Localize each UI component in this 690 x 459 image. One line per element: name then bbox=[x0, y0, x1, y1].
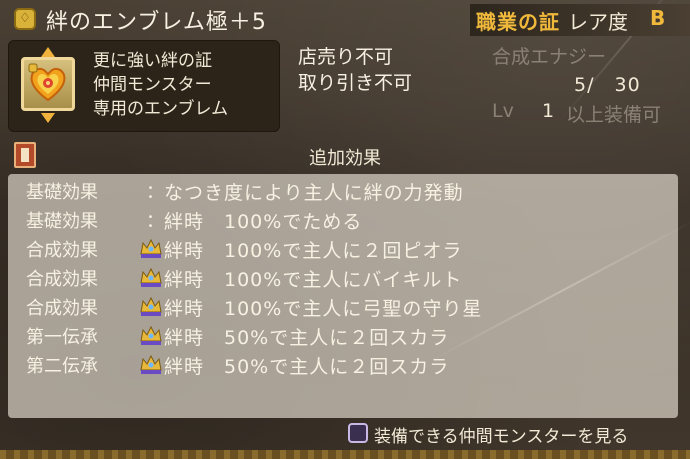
effect-text: 絆時 100%で主人に弓聖の守り星 bbox=[164, 298, 483, 320]
effect-text: 絆時 100%で主人にバイキルト bbox=[164, 269, 463, 291]
effect-separator: ： bbox=[146, 182, 164, 203]
description-line: 仲間モンスター bbox=[93, 75, 212, 95]
effects-title: 追加効果 bbox=[309, 148, 381, 169]
effect-separator: ： bbox=[146, 211, 164, 232]
effect-text: 絆時 50%で主人に２回スカラ bbox=[164, 356, 450, 378]
item-info-panel: 更に強い絆の証 仲間モンスター 専用のエンブレム 店売り不可 取り引き不可 合成… bbox=[8, 40, 682, 132]
synthesis-energy-value: 5/ 30 bbox=[574, 74, 641, 96]
heart-emblem-icon bbox=[28, 63, 66, 102]
effect-text: 絆時 100%で主人に２回ピオラ bbox=[164, 240, 463, 262]
level-requirement-label: 以上装備可 bbox=[566, 104, 662, 126]
footer-action-label: 装備できる仲間モンスターを見る bbox=[374, 427, 629, 447]
description-line: 専用のエンブレム bbox=[93, 99, 229, 119]
rarity-badge: 職業の証 レア度 B bbox=[470, 4, 690, 36]
no-sell-label: 店売り不可 bbox=[298, 46, 394, 68]
effect-type: 第二伝承 bbox=[26, 356, 98, 377]
effect-type: 合成効果 bbox=[26, 240, 98, 261]
description-line: 更に強い絆の証 bbox=[93, 51, 212, 71]
arrow-down-icon[interactable] bbox=[41, 113, 55, 123]
level-value: 1 bbox=[542, 100, 555, 122]
crown-icon bbox=[140, 238, 162, 258]
bottom-border bbox=[0, 450, 690, 459]
arrow-up-icon[interactable] bbox=[41, 47, 55, 57]
effect-type: 合成効果 bbox=[26, 269, 98, 290]
rarity-value: B bbox=[650, 6, 666, 30]
effect-type: 合成効果 bbox=[26, 298, 98, 319]
emblem-item-icon: ♢ bbox=[14, 8, 36, 30]
emblem-image bbox=[21, 57, 75, 111]
title-bar: ♢ 絆のエンブレム極＋5 職業の証 レア度 B bbox=[0, 0, 690, 40]
effect-text: なつき度により主人に絆の力発動 bbox=[164, 182, 464, 204]
certificate-label: 職業の証 bbox=[476, 10, 560, 34]
trade-restrictions: 店売り不可 取り引き不可 bbox=[298, 44, 412, 96]
description-text: 更に強い絆の証 仲間モンスター 専用のエンブレム bbox=[93, 49, 228, 121]
effect-type: 基礎効果 bbox=[26, 211, 98, 232]
crown-icon bbox=[140, 296, 162, 316]
crown-icon bbox=[140, 325, 162, 345]
square-button-icon[interactable] bbox=[348, 423, 368, 443]
effect-text: 絆時 100%でためる bbox=[164, 211, 363, 233]
level-label: Lv bbox=[492, 100, 514, 122]
rarity-label: レア度 bbox=[568, 10, 628, 34]
crown-icon bbox=[140, 354, 162, 374]
crown-icon bbox=[140, 267, 162, 287]
emblem-selector[interactable] bbox=[21, 47, 75, 123]
item-name: 絆のエンブレム極＋5 bbox=[46, 10, 267, 35]
description-box: 更に強い絆の証 仲間モンスター 専用のエンブレム bbox=[8, 40, 280, 132]
synthesis-energy-label: 合成エナジー bbox=[492, 46, 607, 68]
no-trade-label: 取り引き不可 bbox=[298, 72, 413, 94]
effects-list: 基礎効果 ： なつき度により主人に絆の力発動 基礎効果 ： 絆時 100%でため… bbox=[8, 174, 678, 418]
effect-type: 基礎効果 bbox=[26, 182, 98, 203]
effects-header: 追加効果 bbox=[8, 140, 682, 172]
effect-type: 第一伝承 bbox=[26, 327, 98, 348]
effect-text: 絆時 50%で主人に２回スカラ bbox=[164, 327, 450, 349]
